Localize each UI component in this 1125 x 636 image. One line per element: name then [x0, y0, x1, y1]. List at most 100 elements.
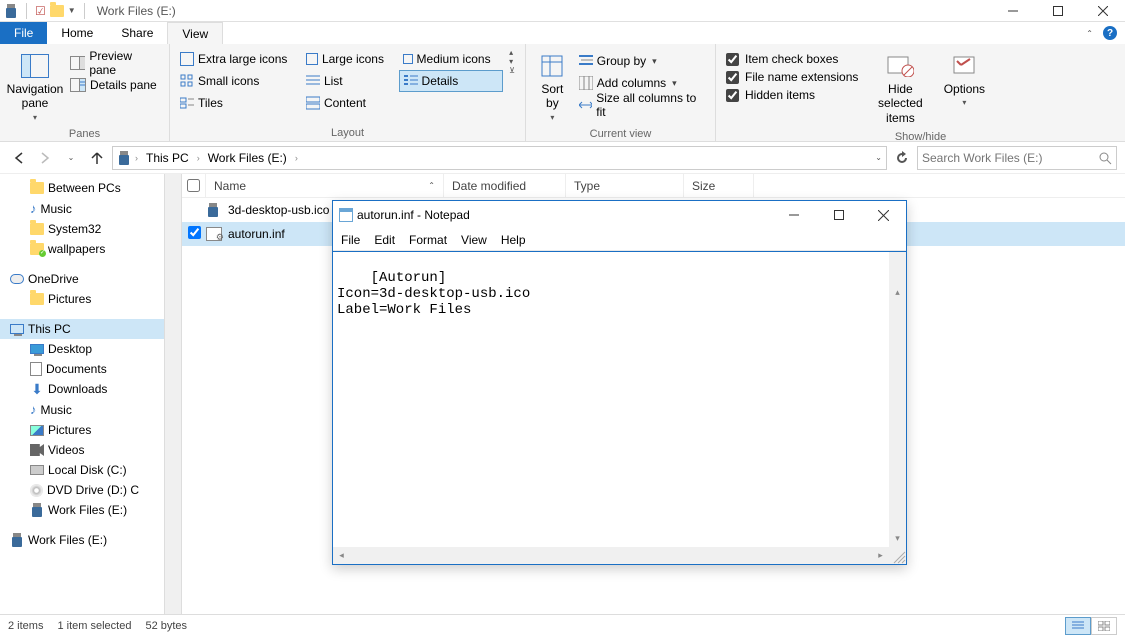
tree-desktop[interactable]: Desktop	[0, 339, 164, 359]
tree-local-disk-c[interactable]: Local Disk (C:)	[0, 460, 164, 480]
close-button[interactable]	[1080, 0, 1125, 22]
tree-pictures2[interactable]: Pictures	[0, 420, 164, 440]
navigation-tree[interactable]: Between PCs ♪Music System32 ✓wallpapers …	[0, 174, 165, 614]
chevron-right-icon[interactable]: ›	[135, 153, 138, 163]
notepad-minimize-button[interactable]	[771, 201, 816, 229]
large-icons-button[interactable]: Large icons	[302, 48, 397, 70]
notepad-menu-help[interactable]: Help	[501, 233, 526, 247]
recent-dropdown[interactable]: ⌄	[60, 147, 82, 169]
tab-file[interactable]: File	[0, 22, 47, 44]
scroll-left-icon[interactable]: ◂	[333, 547, 350, 564]
tree-system32[interactable]: System32	[0, 219, 164, 239]
tree-onedrive[interactable]: OneDrive	[0, 269, 164, 289]
maximize-button[interactable]	[1035, 0, 1080, 22]
item-checkboxes-toggle[interactable]: Item check boxes	[722, 50, 862, 68]
tree-documents[interactable]: Documents	[0, 359, 164, 379]
tree-scrollbar[interactable]	[165, 174, 182, 614]
group-by-button[interactable]: Group by▾	[575, 50, 709, 72]
preview-pane-button[interactable]: Preview pane	[66, 52, 163, 74]
notepad-horizontal-scrollbar[interactable]: ◂ ▸	[333, 547, 889, 564]
qat-newfolder-icon[interactable]	[50, 5, 64, 17]
tiles-button[interactable]: Tiles	[176, 92, 300, 114]
tab-home[interactable]: Home	[47, 22, 107, 44]
tree-between-pcs[interactable]: Between PCs	[0, 178, 164, 198]
back-button[interactable]	[8, 147, 30, 169]
column-type[interactable]: Type	[566, 174, 684, 197]
notepad-menu-file[interactable]: File	[341, 233, 360, 247]
breadcrumb-drive[interactable]: Work Files (E:)	[204, 151, 291, 165]
tree-dvd-drive[interactable]: DVD Drive (D:) C	[0, 480, 164, 500]
scroll-down-icon[interactable]: ▾	[889, 530, 906, 547]
search-input[interactable]	[922, 151, 1098, 165]
row-checkbox[interactable]	[188, 226, 201, 239]
search-box[interactable]	[917, 146, 1117, 170]
tab-share[interactable]: Share	[107, 22, 167, 44]
scroll-up-icon[interactable]: ▴	[889, 284, 906, 301]
up-button[interactable]	[86, 147, 108, 169]
status-bar: 2 items 1 item selected 52 bytes	[0, 614, 1125, 636]
tree-pictures[interactable]: Pictures	[0, 289, 164, 309]
tree-videos[interactable]: Videos	[0, 440, 164, 460]
thumbnails-view-button[interactable]	[1091, 617, 1117, 635]
tree-this-pc[interactable]: This PC	[0, 319, 164, 339]
tree-music2[interactable]: ♪Music	[0, 399, 164, 420]
chevron-right-icon[interactable]: ›	[197, 153, 200, 163]
tree-work-files-e-root[interactable]: Work Files (E:)	[0, 530, 164, 550]
app-icon	[4, 4, 18, 18]
resize-grip[interactable]	[889, 547, 906, 564]
collapse-ribbon-icon[interactable]: ⌃	[1086, 29, 1093, 38]
chevron-right-icon[interactable]: ›	[295, 153, 298, 163]
refresh-button[interactable]	[891, 151, 913, 165]
notepad-menu-edit[interactable]: Edit	[374, 233, 395, 247]
extra-large-icons-button[interactable]: Extra large icons	[176, 48, 300, 70]
layout-scroll-up-icon[interactable]: ▴	[509, 48, 515, 57]
small-icons-button[interactable]: Small icons	[176, 70, 300, 92]
qat-properties-icon[interactable]: ☑	[35, 4, 46, 18]
column-date[interactable]: Date modified	[444, 174, 566, 197]
details-button[interactable]: Details	[399, 70, 504, 92]
navigation-pane-button[interactable]: Navigation pane ▾	[6, 48, 64, 126]
breadcrumb-this-pc[interactable]: This PC	[142, 151, 193, 165]
forward-button[interactable]	[34, 147, 56, 169]
notepad-close-button[interactable]	[861, 201, 906, 229]
medium-icons-button[interactable]: Medium icons	[399, 48, 504, 70]
details-view-button[interactable]	[1065, 617, 1091, 635]
file-extensions-toggle[interactable]: File name extensions	[722, 68, 862, 86]
tree-downloads[interactable]: ⬇Downloads	[0, 379, 164, 399]
size-columns-button[interactable]: Size all columns to fit	[575, 94, 709, 116]
notepad-title-bar[interactable]: autorun.inf - Notepad	[333, 201, 906, 229]
address-dropdown[interactable]: ⌄	[875, 153, 882, 162]
details-pane-button[interactable]: Details pane	[66, 74, 163, 96]
sort-by-button[interactable]: Sort by▾	[532, 48, 573, 126]
scroll-right-icon[interactable]: ▸	[872, 547, 889, 564]
column-name[interactable]: Name⌃	[206, 174, 444, 197]
notepad-menu-view[interactable]: View	[461, 233, 487, 247]
tree-music[interactable]: ♪Music	[0, 198, 164, 219]
address-bar[interactable]: › This PC › Work Files (E:) › ⌄	[112, 146, 887, 170]
desktop-icon	[30, 344, 44, 354]
notepad-text-area[interactable]: [Autorun] Icon=3d-desktop-usb.ico Label=…	[333, 251, 906, 564]
select-all-checkbox[interactable]	[182, 174, 206, 197]
content-button[interactable]: Content	[302, 92, 397, 114]
hidden-items-toggle[interactable]: Hidden items	[722, 86, 862, 104]
qat-customize-dropdown[interactable]: ▼	[68, 6, 76, 15]
notepad-vertical-scrollbar[interactable]: ▴ ▾	[889, 252, 906, 547]
hide-selected-button[interactable]: Hide selected items	[864, 48, 936, 129]
notepad-menu-format[interactable]: Format	[409, 233, 447, 247]
minimize-button[interactable]	[990, 0, 1035, 22]
group-label-show-hide: Show/hide	[722, 129, 1119, 145]
pictures-icon	[30, 425, 44, 436]
tree-work-files-e[interactable]: Work Files (E:)	[0, 500, 164, 520]
drive-icon	[30, 465, 44, 475]
tree-wallpapers[interactable]: ✓wallpapers	[0, 239, 164, 259]
folder-icon: ✓	[30, 243, 44, 255]
layout-expand-icon[interactable]: ⊻	[509, 66, 515, 75]
help-icon[interactable]: ?	[1103, 26, 1117, 40]
tab-view[interactable]: View	[167, 22, 223, 44]
search-icon	[1098, 151, 1112, 165]
options-button[interactable]: Options▾	[938, 48, 990, 112]
column-size[interactable]: Size	[684, 174, 754, 197]
notepad-maximize-button[interactable]	[816, 201, 861, 229]
layout-scroll-down-icon[interactable]: ▾	[509, 57, 515, 66]
list-button[interactable]: List	[302, 70, 397, 92]
